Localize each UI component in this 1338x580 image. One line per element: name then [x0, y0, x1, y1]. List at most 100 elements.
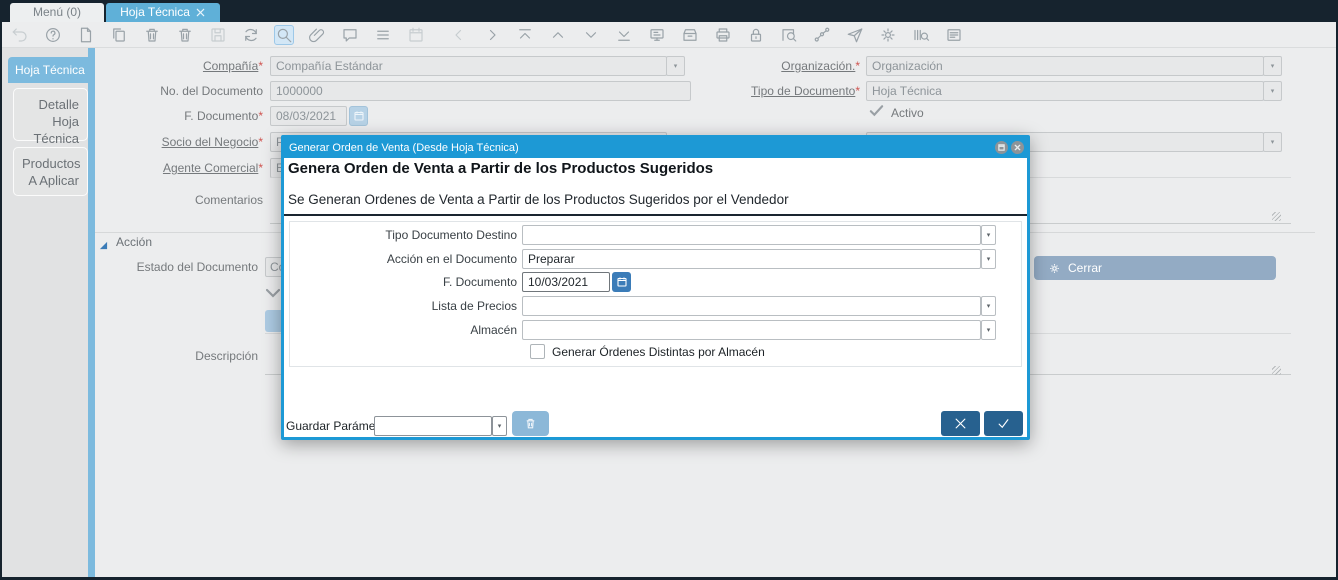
previous-record-icon[interactable]: [548, 25, 568, 45]
confirm-check-icon: [996, 416, 1011, 431]
hidden-combo-dropdown-icon[interactable]: ▾: [1263, 132, 1282, 152]
calendar-button-icon[interactable]: [349, 106, 368, 126]
find-icon[interactable]: [274, 25, 294, 45]
f-documento-label: F. Documento*: [184, 109, 263, 123]
tab-menu[interactable]: Menú (0): [10, 3, 104, 22]
report-icon[interactable]: [647, 25, 667, 45]
no-documento-field[interactable]: 1000000: [270, 81, 691, 101]
lock-icon[interactable]: [746, 25, 766, 45]
accion-documento-dropdown-icon[interactable]: ▾: [981, 249, 996, 269]
accion-documento-label: Acción en el Documento: [387, 252, 517, 266]
estado-documento-label: Estado del Documento: [137, 260, 258, 274]
cerrar-button[interactable]: Cerrar: [1034, 256, 1276, 280]
guardar-parametro-field[interactable]: [374, 416, 492, 436]
dialog-description: Se Generan Ordenes de Venta a Partir de …: [288, 192, 789, 207]
help-icon[interactable]: [43, 25, 63, 45]
collapse-triangle-icon[interactable]: [99, 237, 108, 246]
delete-record-icon[interactable]: [142, 25, 162, 45]
compania-field[interactable]: Compañía Estándar: [270, 56, 667, 76]
close-icon[interactable]: [1011, 141, 1024, 154]
agente-comercial-label[interactable]: Agente Comercial*: [163, 161, 263, 175]
sidebar-header: Hoja Técnica: [8, 57, 95, 83]
compania-dropdown-icon[interactable]: ▾: [666, 56, 685, 76]
cerrar-button-label: Cerrar: [1068, 261, 1102, 275]
guardar-parametro-dropdown-icon[interactable]: ▾: [492, 416, 507, 436]
tipo-documento-destino-label: Tipo Documento Destino: [385, 228, 517, 242]
organizacion-label[interactable]: Organización.*: [781, 59, 860, 73]
almacen-dropdown-icon[interactable]: ▾: [981, 320, 996, 340]
parent-record-icon[interactable]: [449, 25, 469, 45]
tipo-documento-destino-dropdown-icon[interactable]: ▾: [981, 225, 996, 245]
archive-icon[interactable]: [680, 25, 700, 45]
dialog-calendar-button-icon[interactable]: [612, 272, 631, 292]
sidebar-accent-strip: [88, 48, 95, 577]
tipo-documento-field[interactable]: Hoja Técnica: [866, 81, 1264, 101]
close-tab-icon[interactable]: [195, 7, 206, 18]
delete-parameter-button[interactable]: [512, 411, 549, 436]
socio-negocio-label[interactable]: Socio del Negocio*: [162, 135, 263, 149]
generar-orden-venta-dialog: Generar Orden de Venta (Desde Hoja Técni…: [281, 135, 1030, 440]
sidebar-tab-detalle-hoja-tecnica[interactable]: Detalle Hoja Técnica: [13, 88, 88, 141]
save-icon[interactable]: [208, 25, 228, 45]
log-icon[interactable]: [944, 25, 964, 45]
tipo-documento-label[interactable]: Tipo de Documento*: [751, 84, 860, 98]
almacen-field[interactable]: [522, 320, 981, 340]
preferences-icon[interactable]: [878, 25, 898, 45]
accion-title: Acción: [116, 235, 152, 249]
product-info-icon[interactable]: [911, 25, 931, 45]
workflow-icon[interactable]: [812, 25, 832, 45]
tipo-documento-destino-field[interactable]: [522, 225, 981, 245]
ordenes-distintas-label: Generar Órdenes Distintas por Almacén: [552, 345, 765, 359]
tab-hoja-tecnica-label: Hoja Técnica: [120, 3, 190, 22]
chevron-down-icon[interactable]: [266, 285, 280, 295]
dialog-title-bar[interactable]: Generar Orden de Venta (Desde Hoja Técni…: [284, 138, 1027, 158]
refresh-icon[interactable]: [241, 25, 261, 45]
descripcion-label: Descripción: [195, 349, 258, 363]
toolbar: [2, 22, 1336, 48]
dialog-separator: [284, 214, 1027, 216]
trash-icon: [524, 417, 537, 430]
no-documento-label: No. del Documento: [160, 84, 263, 98]
lista-precios-label: Lista de Precios: [432, 299, 517, 313]
comentarios-label: Comentarios: [195, 193, 263, 207]
activo-label: Activo: [891, 106, 924, 120]
next-record-icon[interactable]: [581, 25, 601, 45]
organizacion-field[interactable]: Organización: [866, 56, 1264, 76]
last-record-icon[interactable]: [614, 25, 634, 45]
lista-precios-dropdown-icon[interactable]: ▾: [981, 296, 996, 316]
ordenes-distintas-checkbox[interactable]: [530, 344, 545, 359]
new-record-icon[interactable]: [76, 25, 96, 45]
compania-label[interactable]: Compañía*: [203, 59, 263, 73]
dialog-f-documento-field[interactable]: 10/03/2021: [522, 272, 610, 292]
attachment-icon[interactable]: [307, 25, 327, 45]
print-icon[interactable]: [713, 25, 733, 45]
first-record-icon[interactable]: [515, 25, 535, 45]
organizacion-dropdown-icon[interactable]: ▾: [1263, 56, 1282, 76]
chat-icon[interactable]: [340, 25, 360, 45]
dialog-f-documento-label: F. Documento: [443, 275, 517, 289]
dialog-heading: Genera Orden de Venta a Partir de los Pr…: [288, 160, 713, 177]
tab-hoja-tecnica[interactable]: Hoja Técnica: [106, 3, 220, 22]
copy-record-icon[interactable]: [109, 25, 129, 45]
lista-precios-field[interactable]: [522, 296, 981, 316]
send-mail-icon[interactable]: [845, 25, 865, 45]
gear-icon: [1048, 262, 1061, 275]
cancel-x-icon: [953, 416, 968, 431]
undo-icon[interactable]: [10, 25, 30, 45]
detail-record-icon[interactable]: [482, 25, 502, 45]
accion-documento-field[interactable]: Preparar: [522, 249, 981, 269]
application-window: Menú (0) Hoja Técnica Hoja Técnica Detal…: [0, 0, 1338, 580]
cancel-button[interactable]: [941, 411, 980, 436]
confirm-button[interactable]: [984, 411, 1023, 436]
activo-checkbox-icon[interactable]: [867, 102, 886, 124]
comentarios-resize-handle[interactable]: [1272, 212, 1281, 221]
delete-selection-icon[interactable]: [175, 25, 195, 45]
maximize-icon[interactable]: [995, 141, 1008, 154]
calendar-icon[interactable]: [406, 25, 426, 45]
f-documento-field[interactable]: 08/03/2021: [270, 106, 347, 126]
sidebar-tab-productos-a-aplicar[interactable]: Productos A Aplicar: [13, 147, 88, 196]
tipo-documento-dropdown-icon[interactable]: ▾: [1263, 81, 1282, 101]
descripcion-resize-handle[interactable]: [1272, 366, 1281, 375]
toggle-list-icon[interactable]: [373, 25, 393, 45]
record-info-icon[interactable]: [779, 25, 799, 45]
